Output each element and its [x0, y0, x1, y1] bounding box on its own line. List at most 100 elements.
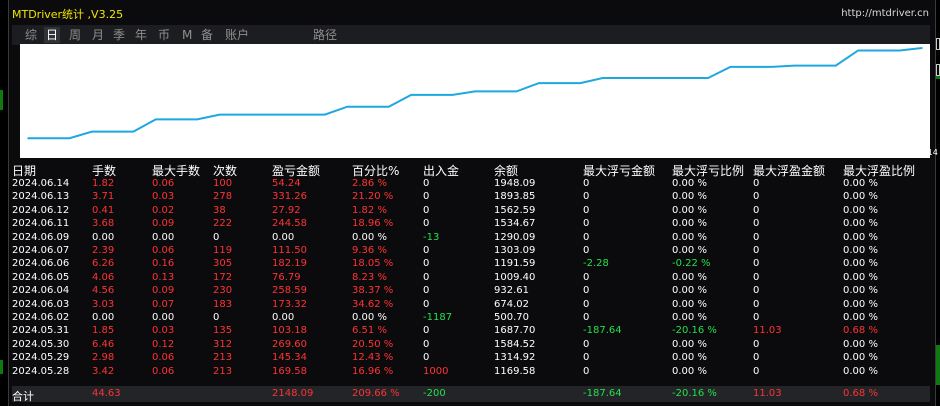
table-cell: 0	[423, 218, 430, 230]
table-cell: 1290.09	[494, 231, 536, 243]
column-header[interactable]: 手数	[92, 162, 116, 179]
table-cell: 0	[423, 298, 430, 310]
right-scroll-box[interactable]	[936, 38, 940, 50]
total-cell: 44.63	[92, 388, 121, 399]
table-cell: 213	[213, 365, 233, 377]
table-cell: 0.07	[152, 298, 175, 310]
table-cell: 4.06	[92, 271, 115, 283]
table-cell: 103.18	[272, 325, 307, 337]
table-cell: -0.22 %	[672, 258, 711, 270]
table-row-date: 2024.06.13	[12, 191, 70, 203]
tab-9[interactable]: 账户	[225, 27, 249, 43]
column-header[interactable]: 余额	[494, 162, 518, 179]
table-cell: 0	[423, 338, 430, 350]
table-cell: 6.26	[92, 258, 115, 270]
right-price-marker-2	[936, 345, 940, 385]
tab-6[interactable]: 币	[158, 27, 170, 43]
curve-point	[857, 49, 859, 52]
table-cell: 0.00 %	[672, 204, 707, 216]
table-cell: 0.16	[152, 258, 175, 270]
table-cell: 0.09	[152, 218, 175, 230]
mtdriver-stats-window: MTDriver统计 ,V3.25 http://mtdriver.cn 综日周…	[8, 0, 938, 406]
table-cell: 0	[753, 312, 760, 323]
table-cell: 3.03	[92, 298, 115, 310]
table-cell: 0	[583, 191, 590, 203]
table-cell: 0.00 %	[843, 245, 878, 256]
table-row-date: 2024.05.31	[12, 325, 70, 337]
table-cell: -2.28	[583, 258, 609, 270]
table-cell: 1.82	[92, 178, 115, 189]
table-cell: 0.03	[152, 191, 175, 203]
column-header[interactable]: 最大手数	[152, 162, 200, 179]
table-cell: 1562.59	[494, 204, 536, 216]
table-cell: 182.19	[272, 258, 307, 270]
table-cell: 0.00	[272, 231, 295, 243]
table-cell: 0	[753, 338, 760, 350]
table-cell: 8.23 %	[352, 271, 387, 283]
tab-10[interactable]: 路径	[313, 27, 337, 43]
table-cell: 54.24	[272, 178, 301, 189]
table-row-date: 2024.06.07	[12, 245, 70, 256]
table-cell: 0.00 %	[843, 298, 878, 310]
table-cell: 0	[583, 298, 590, 310]
column-header[interactable]: 最大浮亏金额	[583, 162, 655, 179]
table-row-date: 2024.06.11	[12, 218, 70, 230]
tab-5[interactable]: 年	[135, 27, 147, 43]
column-header[interactable]: 日期	[12, 162, 36, 179]
table-cell: 38	[213, 204, 226, 216]
table-cell: 269.60	[272, 338, 307, 350]
table-cell: 183	[213, 298, 233, 310]
right-scroll-box-2[interactable]	[936, 64, 940, 76]
table-cell: 258.59	[272, 285, 307, 297]
balance-curve-chart	[20, 44, 930, 158]
table-cell: 244.58	[272, 218, 307, 230]
table-cell: 119	[213, 245, 233, 256]
tab-3[interactable]: 月	[92, 27, 104, 43]
total-row-label: 合计	[12, 390, 34, 403]
tab-4[interactable]: 季	[113, 27, 125, 43]
curve-point	[27, 137, 29, 140]
table-cell: 0.00 %	[672, 298, 707, 310]
table-cell: 0.00 %	[843, 191, 878, 203]
table-cell: 2.86 %	[352, 178, 387, 189]
table-cell: 0.41	[92, 204, 115, 216]
table-cell: 0.06	[152, 245, 175, 256]
table-cell: 18.05 %	[352, 258, 394, 270]
table-cell: 331.26	[272, 191, 307, 203]
curve-point	[91, 130, 93, 133]
table-cell: 38.37 %	[352, 285, 394, 297]
table-cell: 6.51 %	[352, 325, 387, 337]
table-cell: 0	[753, 285, 760, 297]
table-cell: 3.71	[92, 191, 115, 203]
column-header[interactable]: 盈亏金额	[272, 162, 320, 179]
table-cell: 27.92	[272, 204, 301, 216]
table-cell: 0.00 %	[672, 352, 707, 364]
table-cell: 0	[423, 352, 430, 364]
table-row-date: 2024.05.30	[12, 338, 70, 350]
column-header[interactable]: 最大浮盈比例	[843, 162, 915, 179]
tab-1[interactable]: 日	[44, 27, 61, 43]
curve-point	[218, 113, 221, 116]
tab-0[interactable]: 综	[25, 27, 37, 43]
tab-2[interactable]: 周	[69, 27, 81, 43]
curve-point	[154, 118, 157, 121]
column-header[interactable]: 百分比%	[352, 162, 399, 179]
column-header[interactable]: 出入金	[423, 162, 459, 179]
balance-curve-line	[28, 47, 923, 140]
tab-7[interactable]: M	[182, 27, 192, 43]
table-cell: 1893.85	[494, 191, 536, 203]
table-row-date: 2024.06.12	[12, 204, 70, 216]
column-header[interactable]: 次数	[213, 162, 237, 179]
table-cell: 0	[753, 178, 760, 189]
column-header[interactable]: 最大浮盈金额	[753, 162, 825, 179]
tab-8[interactable]: 备	[201, 27, 213, 43]
table-cell: 0	[583, 338, 590, 350]
website-link[interactable]: http://mtdriver.cn	[841, 8, 929, 19]
table-cell: 0.68 %	[843, 325, 878, 337]
curve-point	[474, 90, 476, 93]
table-cell: 0.00 %	[672, 245, 707, 256]
table-cell: 1169.58	[494, 365, 536, 377]
table-cell: 0	[423, 204, 430, 216]
table-cell: 0.00 %	[843, 258, 878, 270]
column-header[interactable]: 最大浮亏比例	[672, 162, 744, 179]
